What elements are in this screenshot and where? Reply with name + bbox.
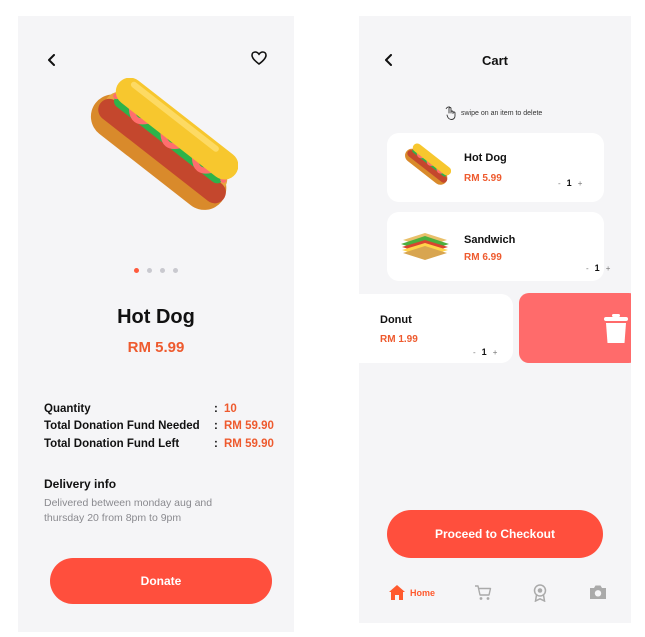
- nav-item-camera[interactable]: [589, 584, 607, 600]
- item-price: RM 6.99: [464, 252, 502, 263]
- cart-item[interactable]: Hot Dog RM 5.99 - 1 +: [387, 133, 604, 202]
- info-colon: :: [214, 437, 218, 450]
- sandwich-thumbnail: [401, 233, 449, 260]
- delivery-info-heading: Delivery info: [44, 477, 117, 491]
- nav-item-rewards[interactable]: [532, 584, 548, 602]
- delete-button[interactable]: [519, 293, 631, 363]
- award-icon: [533, 584, 547, 602]
- cart-item[interactable]: Sandwich RM 6.99 - 1 +: [387, 212, 610, 281]
- info-label: Quantity: [44, 402, 91, 415]
- decrement-button[interactable]: -: [586, 264, 589, 273]
- hot-dog-image: [90, 78, 238, 210]
- increment-button[interactable]: +: [578, 179, 583, 188]
- product-price: RM 5.99: [127, 339, 185, 356]
- swipe-hand-icon: [445, 106, 456, 120]
- item-price: RM 5.99: [464, 173, 502, 184]
- chevron-left-icon: [48, 54, 55, 66]
- delivery-info-text: Delivered between monday aug and thursda…: [44, 497, 213, 524]
- item-quantity: 1: [481, 347, 487, 357]
- cart-icon: [475, 585, 492, 600]
- item-price: RM 1.99: [380, 334, 418, 345]
- swipe-hint-text: swipe on an item to delete: [461, 109, 543, 117]
- donation-info: Quantity : 10 Total Donation Fund Needed…: [44, 400, 284, 453]
- item-name: Sandwich: [464, 234, 516, 246]
- donate-button[interactable]: Donate: [50, 558, 272, 604]
- item-quantity: 1: [594, 263, 600, 273]
- item-name: Hot Dog: [464, 152, 507, 164]
- carousel-dot[interactable]: [173, 268, 178, 273]
- carousel-dot[interactable]: [160, 268, 165, 273]
- info-row-fund-left: Total Donation Fund Left : RM 59.90: [44, 435, 284, 453]
- item-name: Donut: [380, 314, 412, 326]
- increment-button[interactable]: +: [493, 348, 498, 357]
- favorite-button[interactable]: [248, 48, 270, 68]
- camera-icon: [590, 585, 606, 599]
- back-button[interactable]: [42, 50, 62, 70]
- home-icon: [389, 585, 405, 600]
- carousel-dot[interactable]: [147, 268, 152, 273]
- product-detail-screen: Hot Dog RM 5.99 Quantity : 10 Total Dona…: [18, 16, 294, 632]
- nav-item-home[interactable]: Home: [388, 584, 435, 601]
- quantity-stepper: - 1 +: [558, 178, 582, 188]
- info-label: Total Donation Fund Left: [44, 437, 180, 450]
- info-value: RM 59.90: [224, 420, 274, 433]
- carousel-dot[interactable]: [134, 268, 139, 273]
- trash-icon: [604, 314, 628, 343]
- decrement-button[interactable]: -: [558, 179, 561, 188]
- info-row-quantity: Quantity : 10: [44, 400, 284, 418]
- nav-item-cart[interactable]: [474, 584, 492, 601]
- carousel-indicator[interactable]: [18, 268, 294, 273]
- cart-screen: Cart swipe on an item to delete Hot Dog …: [359, 16, 631, 623]
- info-value: 10: [224, 402, 237, 415]
- page-title: Cart: [481, 53, 508, 68]
- heart-icon: [251, 51, 267, 65]
- decrement-button[interactable]: -: [473, 348, 476, 357]
- info-colon: :: [214, 402, 218, 415]
- nav-label-home: Home: [410, 587, 436, 598]
- quantity-stepper: - 1 +: [473, 347, 497, 357]
- hot-dog-thumbnail: [405, 143, 451, 185]
- swipe-hint: swipe on an item to delete: [445, 106, 542, 120]
- info-colon: :: [214, 420, 218, 433]
- cart-item[interactable]: Donut RM 1.99 - 1 +: [359, 294, 513, 363]
- bottom-nav: Home: [359, 576, 631, 616]
- info-label: Total Donation Fund Needed: [44, 420, 200, 433]
- product-title: Hot Dog: [117, 306, 195, 328]
- quantity-stepper: - 1 +: [586, 263, 610, 273]
- item-quantity: 1: [566, 178, 572, 188]
- checkout-button[interactable]: Proceed to Checkout: [387, 510, 603, 558]
- info-row-fund-needed: Total Donation Fund Needed : RM 59.90: [44, 418, 284, 436]
- info-value: RM 59.90: [224, 437, 274, 450]
- increment-button[interactable]: +: [606, 264, 611, 273]
